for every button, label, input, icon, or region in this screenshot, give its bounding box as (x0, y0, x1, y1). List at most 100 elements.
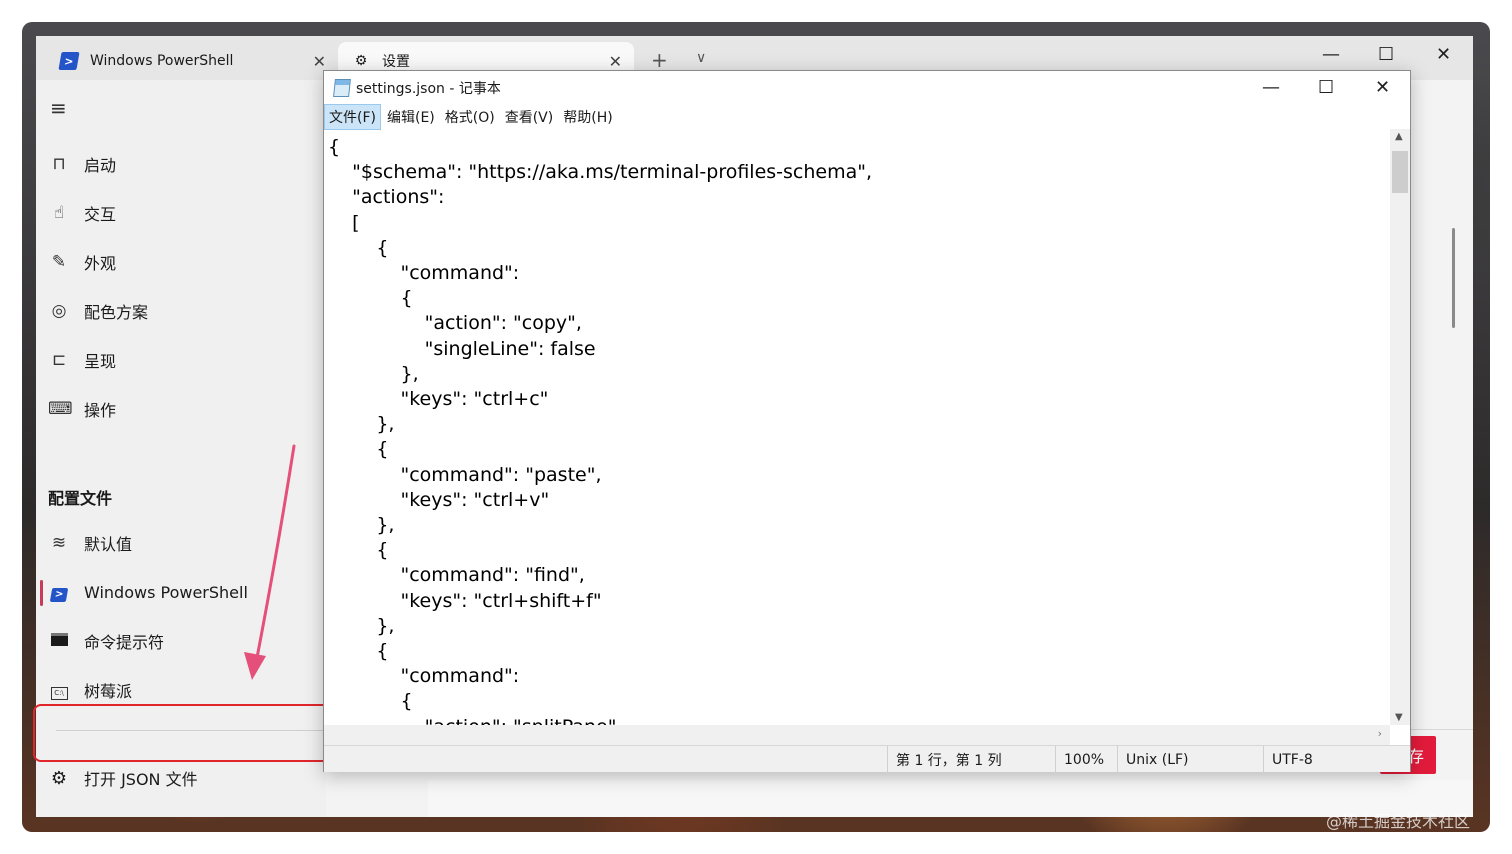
text-line: { (328, 438, 389, 461)
palette-icon: ◎ (51, 301, 67, 321)
vertical-scrollbar[interactable]: ▲ ▼ (1390, 129, 1410, 725)
sidebar-item-label: 配色方案 (84, 303, 149, 322)
tab-label: Windows PowerShell (90, 53, 234, 69)
text-line: "command": "find", (328, 564, 585, 587)
profiles-section-title: 配置文件 (48, 489, 113, 508)
text-line: }, (328, 614, 395, 637)
menu-edit[interactable]: 编辑(E) (383, 105, 439, 129)
text-line: }, (328, 514, 395, 537)
sidebar-item-label: 交互 (84, 205, 117, 224)
sidebar-item-interaction[interactable]: ☝ 交互 (48, 195, 116, 231)
minimize-button[interactable]: — (1322, 44, 1340, 65)
sidebar-item-label: 默认值 (84, 535, 133, 554)
settings-footer (428, 780, 1473, 817)
close-tab-icon[interactable]: ✕ (609, 52, 622, 71)
interaction-icon: ☝ (53, 203, 65, 223)
chevron-down-icon[interactable]: ∨ (696, 50, 706, 66)
notepad-maximize-button[interactable]: ☐ (1318, 77, 1334, 98)
text-line: "actions": (328, 186, 451, 209)
status-position: 第 1 行，第 1 列 (887, 746, 1055, 773)
sidebar-item-label: 命令提示符 (84, 633, 165, 652)
text-line: { (328, 640, 389, 663)
scroll-down-icon[interactable]: ▼ (1395, 712, 1403, 723)
sidebar-item-label: 树莓派 (84, 682, 133, 701)
text-line: { (328, 287, 413, 310)
text-line: [ (328, 211, 360, 234)
notepad-window: settings.json - 记事本 — ☐ ✕ 文件(F) 编辑(E) 格式… (323, 70, 1411, 773)
watermark-text: @稀土掘金技术社区 (1326, 812, 1471, 831)
horizontal-scrollbar[interactable]: › (324, 725, 1390, 745)
scroll-right-icon[interactable]: › (1378, 727, 1382, 740)
notepad-text-area[interactable]: { "$schema": "https://aka.ms/terminal-pr… (324, 129, 1390, 725)
notepad-close-button[interactable]: ✕ (1375, 77, 1390, 98)
open-json-file-button[interactable]: ⚙ 打开 JSON 文件 (48, 760, 198, 796)
text-line: { (328, 136, 341, 158)
layers-icon: ≋ (51, 533, 67, 553)
sidebar-item-actions[interactable]: ⌨ 操作 (48, 391, 116, 427)
scroll-thumb[interactable] (1392, 151, 1408, 193)
sidebar-item-rendering[interactable]: ⊏ 呈现 (48, 342, 116, 378)
scroll-up-icon[interactable]: ▲ (1395, 131, 1403, 142)
menu-icon[interactable]: ≡ (50, 96, 67, 120)
sidebar-item-color-schemes[interactable]: ◎ 配色方案 (48, 293, 148, 329)
notepad-statusbar: 第 1 行，第 1 列 100% Unix (LF) UTF-8 (324, 745, 1411, 773)
text-line: { (328, 236, 389, 259)
text-line: { (328, 690, 413, 713)
text-line: }, (328, 362, 419, 385)
keyboard-icon: ⌨ (48, 399, 73, 419)
text-line: "command": (328, 262, 526, 285)
text-line: "keys": "ctrl+shift+f" (328, 589, 602, 612)
text-line: "command": (328, 665, 526, 688)
settings-divider (1411, 729, 1473, 730)
text-line: "keys": "ctrl+c" (328, 388, 549, 411)
startup-icon: ⊓ (52, 154, 66, 174)
close-button[interactable]: ✕ (1436, 44, 1451, 65)
status-line-ending: Unix (LF) (1117, 746, 1263, 773)
active-indicator (40, 580, 43, 606)
text-line: { (328, 539, 389, 562)
sidebar-item-label: 呈现 (84, 352, 117, 371)
text-line: "command": "paste", (328, 463, 602, 486)
sidebar-item-label: 外观 (84, 254, 117, 273)
text-line: "action": "copy", (328, 312, 582, 335)
menu-format[interactable]: 格式(O) (441, 105, 499, 129)
close-tab-icon[interactable]: ✕ (313, 52, 326, 71)
tab-label: 设置 (382, 54, 410, 70)
sidebar-item-defaults[interactable]: ≋ 默认值 (48, 525, 132, 561)
status-encoding: UTF-8 (1263, 746, 1411, 773)
sidebar-item-raspberry-pi[interactable]: C:\ 树莓派 (48, 672, 132, 708)
gear-icon: ⚙ (354, 53, 368, 69)
sidebar-item-windows-powershell[interactable]: > Windows PowerShell (48, 574, 248, 610)
powershell-icon: > (58, 52, 80, 70)
menu-view[interactable]: 查看(V) (501, 105, 558, 129)
appearance-icon: ✎ (51, 252, 67, 272)
text-line: "action": "splitPane", (328, 715, 1390, 725)
gear-icon: ⚙ (50, 767, 68, 789)
sidebar-item-label: 启动 (84, 156, 117, 175)
terminal-icon: C:\ (48, 680, 70, 700)
text-line: "keys": "ctrl+v" (328, 488, 550, 511)
new-tab-button[interactable]: + (651, 48, 668, 72)
tab-windows-powershell[interactable]: > Windows PowerShell ✕ (46, 42, 338, 80)
menu-file[interactable]: 文件(F) (324, 104, 381, 130)
rendering-icon: ⊏ (51, 350, 67, 370)
maximize-button[interactable]: ☐ (1378, 44, 1394, 65)
notepad-titlebar: settings.json - 记事本 — ☐ ✕ (324, 71, 1410, 105)
sidebar-item-command-prompt[interactable]: 命令提示符 (48, 623, 164, 659)
notepad-icon (333, 79, 351, 97)
settings-scrollbar[interactable] (1452, 228, 1455, 328)
arrow-annotation (244, 444, 296, 680)
sidebar-item-appearance[interactable]: ✎ 外观 (48, 244, 116, 280)
text-line: "$schema": "https://aka.ms/terminal-prof… (328, 161, 873, 184)
text-line: "singleLine": false (328, 337, 596, 360)
notepad-title: settings.json - 记事本 (356, 81, 501, 97)
sidebar-item-startup[interactable]: ⊓ 启动 (48, 146, 116, 182)
notepad-menubar: 文件(F) 编辑(E) 格式(O) 查看(V) 帮助(H) (324, 104, 619, 130)
open-json-label: 打开 JSON 文件 (84, 770, 198, 789)
sidebar-item-label: Windows PowerShell (84, 582, 248, 602)
status-zoom: 100% (1055, 746, 1117, 773)
text-line: }, (328, 413, 395, 436)
menu-help[interactable]: 帮助(H) (559, 105, 616, 129)
notepad-minimize-button[interactable]: — (1262, 77, 1280, 98)
cmd-icon (48, 631, 70, 651)
